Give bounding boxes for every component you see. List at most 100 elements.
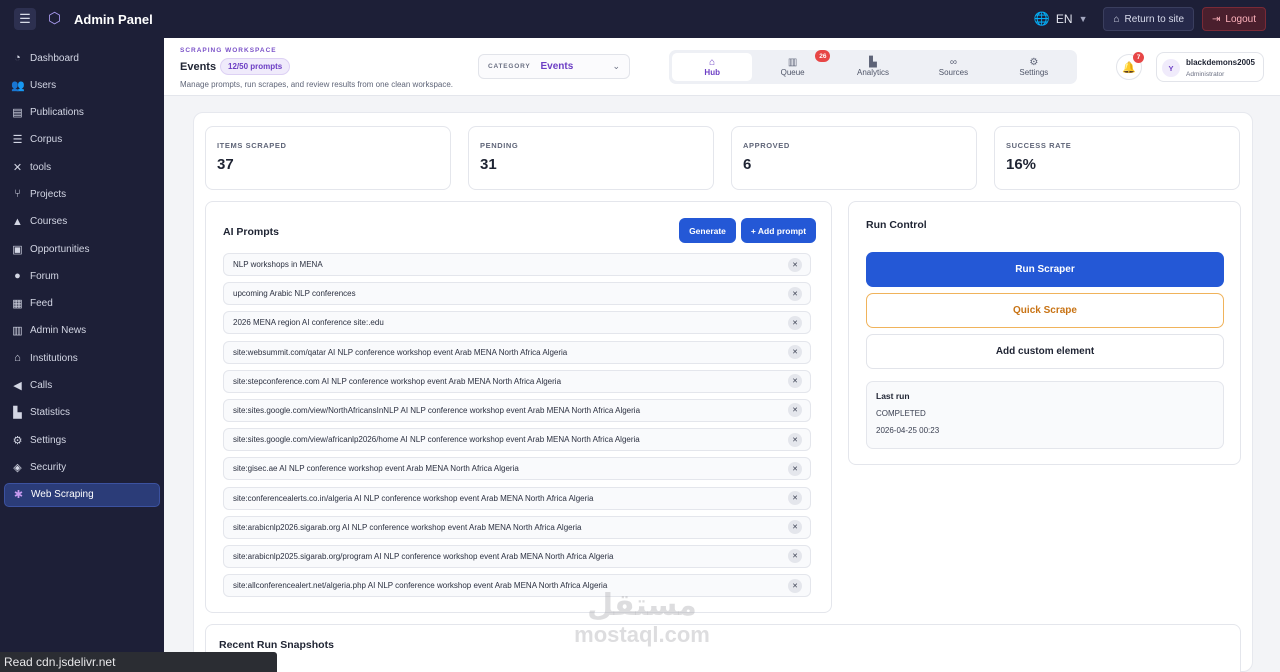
- sidebar-item-dashboard[interactable]: ◔ Dashboard: [4, 46, 160, 70]
- add-prompt-button[interactable]: + Add prompt: [741, 218, 816, 243]
- sidebar-item-corpus[interactable]: ☰ Corpus: [4, 128, 160, 152]
- sidebar-item-label: Corpus: [30, 134, 63, 146]
- prompt-item: 2026 MENA region AI conference site:.edu…: [223, 311, 811, 335]
- sidebar-item-institutions[interactable]: ⌂ Institutions: [4, 346, 160, 370]
- stat-value: 6: [743, 156, 752, 173]
- prompt-text: NLP workshops in MENA: [233, 260, 323, 269]
- main-panel: ITEMS SCRAPED 37 PENDING 31 APPROVED 6 S…: [193, 112, 1253, 672]
- remove-prompt-icon[interactable]: ✕: [788, 286, 802, 301]
- queue-count-badge: 26: [815, 50, 831, 62]
- sidebar-item-settings[interactable]: ⚙ Settings: [4, 428, 160, 452]
- last-run-box: Last run COMPLETED 2026-04-25 00:23: [866, 381, 1224, 449]
- remove-prompt-icon[interactable]: ✕: [788, 257, 802, 272]
- remove-prompt-icon[interactable]: ✕: [788, 461, 802, 476]
- bell-icon: 🔔: [1122, 61, 1136, 74]
- globe-icon: 🌐: [1033, 11, 1050, 26]
- workspace-header: SCRAPING WORKSPACE Events 12/50 prompts …: [164, 38, 1280, 96]
- chart-icon: ▙: [869, 57, 877, 68]
- sidebar-item-web-scraping[interactable]: ✱ Web Scraping: [4, 482, 160, 507]
- stat-label: APPROVED: [743, 141, 790, 150]
- sidebar-item-calls[interactable]: ◀ Calls: [4, 374, 160, 398]
- prompt-text: 2026 MENA region AI conference site:.edu: [233, 318, 384, 328]
- category-label: CATEGORY: [488, 63, 531, 70]
- page-title: Events: [180, 61, 217, 73]
- sidebar-item-label: Users: [30, 79, 57, 91]
- run-scraper-button[interactable]: Run Scraper: [866, 252, 1224, 287]
- database-icon: ☰: [12, 134, 23, 147]
- prompt-item: site:sites.google.com/view/africanlp2026…: [223, 428, 811, 452]
- sidebar-item-opportunities[interactable]: ▣ Opportunities: [4, 237, 160, 261]
- language-selector[interactable]: 🌐 EN ▼: [1034, 11, 1088, 27]
- trash-icon: ▥: [787, 57, 798, 68]
- sidebar-item-label: Opportunities: [30, 243, 90, 255]
- remove-prompt-icon[interactable]: ✕: [788, 520, 802, 535]
- tab-queue[interactable]: ▥ Queue 26: [752, 50, 832, 81]
- stat-value: 37: [217, 156, 234, 173]
- tab-hub[interactable]: ⌂ Hub: [672, 53, 753, 81]
- sidebar-item-label: Projects: [30, 188, 67, 200]
- prompt-quota-badge: 12/50 prompts: [220, 58, 291, 75]
- menu-toggle-button[interactable]: ☰: [14, 8, 36, 30]
- recent-run-snapshots-title: Recent Run Snapshots: [219, 639, 334, 651]
- prompt-item: site:sites.google.com/view/NorthAfricans…: [223, 398, 811, 422]
- remove-prompt-icon[interactable]: ✕: [788, 432, 802, 447]
- logout-label: Logout: [1225, 13, 1256, 25]
- sidebar-item-tools[interactable]: ✕ tools: [4, 155, 160, 179]
- sidebar-item-publications[interactable]: ▤ Publications: [4, 101, 160, 125]
- remove-prompt-icon[interactable]: ✕: [788, 578, 802, 593]
- stat-success-rate: SUCCESS RATE 16%: [994, 126, 1240, 190]
- logout-button[interactable]: ⇥ Logout: [1202, 7, 1266, 31]
- spider-icon: ✱: [13, 489, 24, 502]
- users-icon: 👥: [11, 79, 25, 92]
- sidebar-item-projects[interactable]: ⑂ Projects: [4, 182, 160, 206]
- user-menu[interactable]: Y blackdemons2005 Administrator: [1156, 52, 1264, 82]
- remove-prompt-icon[interactable]: ✕: [788, 374, 802, 389]
- home-icon: ⌂: [1113, 13, 1120, 25]
- tab-label: Queue: [780, 68, 805, 77]
- sidebar-item-statistics[interactable]: ▙ Statistics: [4, 401, 160, 425]
- add-custom-element-button[interactable]: Add custom element: [866, 334, 1224, 369]
- run-control-card: Run Control Run Scraper Quick Scrape Add…: [848, 201, 1241, 465]
- link-icon: ∞: [949, 57, 957, 68]
- remove-prompt-icon[interactable]: ✕: [788, 315, 802, 330]
- remove-prompt-icon[interactable]: ✕: [788, 549, 802, 564]
- sidebar-item-security[interactable]: ◈ Security: [4, 455, 160, 479]
- stat-label: SUCCESS RATE: [1006, 141, 1072, 150]
- home-icon: ⌂: [709, 57, 716, 68]
- last-run-status: COMPLETED: [876, 409, 926, 418]
- prompt-item: site:arabicnlp2026.sigarab.org AI NLP co…: [223, 515, 811, 539]
- sidebar-item-label: Security: [30, 461, 67, 473]
- last-run-time: 2026-04-25 00:23: [876, 426, 940, 435]
- top-bar: ☰ ⬡ Admin Panel 🌐 EN ▼ ⌂ Return to site …: [0, 0, 1280, 38]
- briefcase-icon: ▣: [12, 243, 23, 256]
- tab-sources[interactable]: ∞ Sources: [913, 53, 993, 81]
- sidebar-item-label: Publications: [30, 107, 84, 119]
- sidebar-item-feed[interactable]: ▦ Feed: [4, 292, 160, 316]
- shield-icon: ◈: [13, 461, 22, 474]
- watermark-latin: mostaql.com: [574, 622, 710, 647]
- prompt-text: upcoming Arabic NLP conferences: [233, 289, 356, 299]
- comments-icon: ●: [14, 270, 21, 283]
- tab-settings[interactable]: ⚙ Settings: [994, 53, 1074, 81]
- sidebar-item-forum[interactable]: ● Forum: [4, 264, 160, 288]
- remove-prompt-icon[interactable]: ✕: [788, 345, 802, 360]
- return-to-site-button[interactable]: ⌂ Return to site: [1103, 7, 1195, 31]
- remove-prompt-icon[interactable]: ✕: [788, 403, 802, 418]
- sidebar-item-users[interactable]: 👥 Users: [4, 73, 160, 97]
- tab-analytics[interactable]: ▙ Analytics: [833, 53, 913, 81]
- prompt-text: site:gisec.ae AI NLP conference workshop…: [233, 464, 519, 474]
- prompt-item: NLP workshops in MENA ✕: [223, 253, 811, 276]
- ai-prompts-card: AI Prompts Generate + Add prompt NLP wor…: [205, 201, 832, 613]
- category-select[interactable]: CATEGORY Events ⌄: [478, 54, 630, 79]
- workspace-eyebrow: SCRAPING WORKSPACE: [180, 47, 277, 54]
- prompt-text: site:sites.google.com/view/africanlp2026…: [233, 435, 640, 445]
- sidebar-item-admin-news[interactable]: ▥ Admin News: [4, 319, 160, 343]
- generate-button[interactable]: Generate: [679, 218, 736, 243]
- tab-label: Hub: [704, 68, 720, 77]
- prompt-item: upcoming Arabic NLP conferences ✕: [223, 282, 811, 306]
- tab-label: Sources: [938, 68, 969, 77]
- remove-prompt-icon[interactable]: ✕: [788, 491, 802, 505]
- sidebar-item-courses[interactable]: ▲ Courses: [4, 210, 160, 234]
- quick-scrape-button[interactable]: Quick Scrape: [866, 293, 1224, 328]
- prompt-text: site:websummit.com/qatar AI NLP conferen…: [233, 347, 568, 357]
